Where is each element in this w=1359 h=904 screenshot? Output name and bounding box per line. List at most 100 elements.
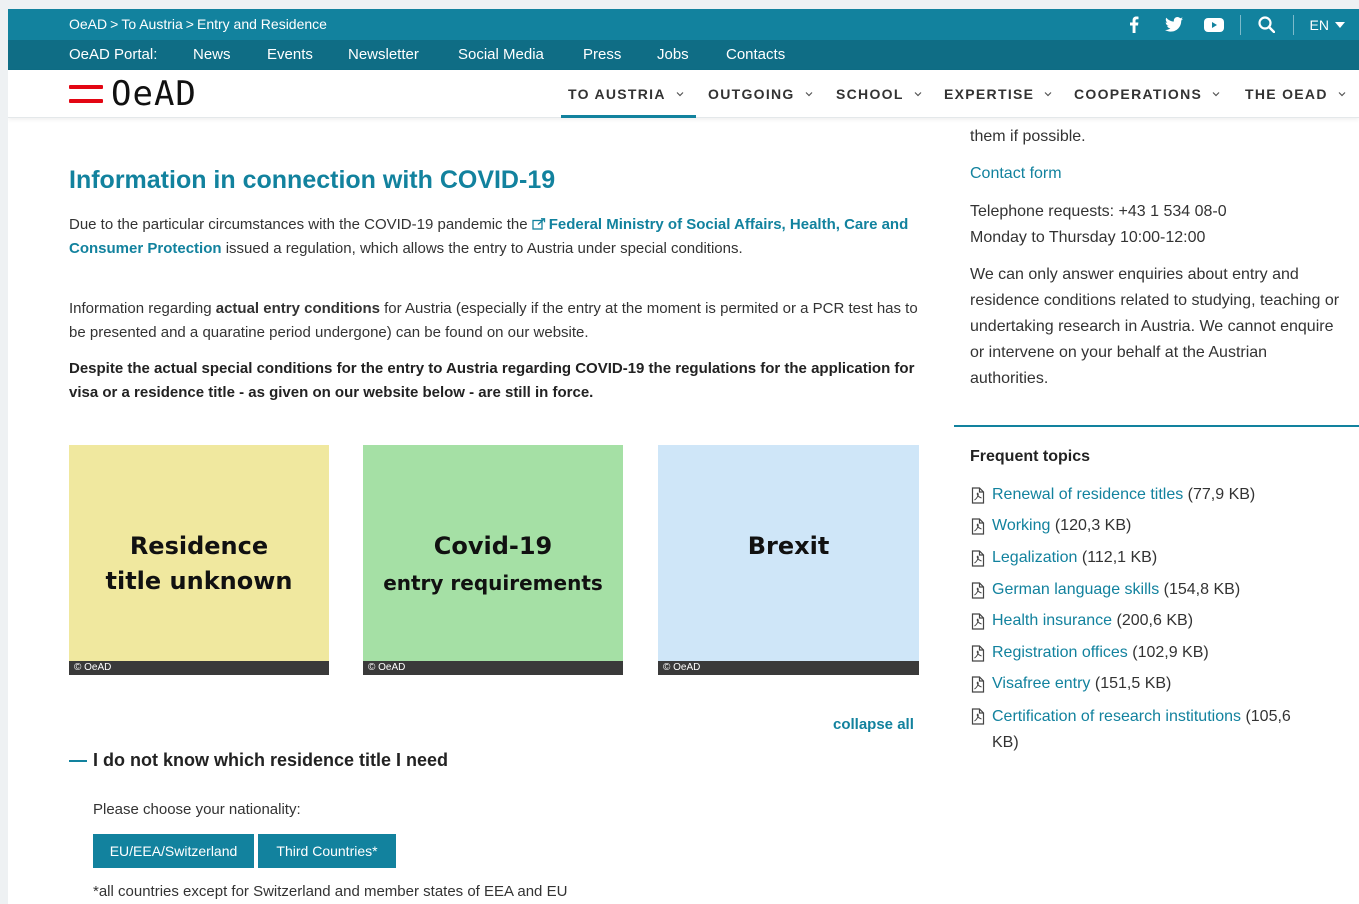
collapse-all-link[interactable]: collapse all <box>833 716 914 733</box>
portal-link-social-media[interactable]: Social Media <box>458 46 544 63</box>
chevron-down-icon <box>676 92 684 97</box>
topic-item[interactable]: Health insurance (200,6 KB) <box>970 609 1350 633</box>
topic-item[interactable]: Renewal of residence titles (77,9 KB) <box>970 483 1350 507</box>
portal-link-newsletter[interactable]: Newsletter <box>348 46 419 63</box>
austria-flag-icon <box>69 85 103 103</box>
sidebar-divider <box>954 425 1359 427</box>
enquiries-text: We can only answer enquiries about entry… <box>970 266 1340 387</box>
divider <box>1239 14 1241 35</box>
topic-link: Registration offices <box>992 644 1128 661</box>
topic-link: Working <box>992 517 1051 534</box>
tile-title: Residence <box>129 532 269 560</box>
nav-label: TO AUSTRIA <box>568 86 666 102</box>
topic-item[interactable]: Registration offices (102,9 KB) <box>970 641 1350 665</box>
tile-covid-19[interactable]: Covid-19 entry requirements © OeAD <box>363 445 623 675</box>
topic-link: Renewal of residence titles <box>992 486 1184 503</box>
nav-label: THE OEAD <box>1245 86 1328 102</box>
social-and-tools: EN <box>1114 9 1359 40</box>
portal-link-events[interactable]: Events <box>267 46 313 63</box>
pdf-icon <box>971 708 985 725</box>
chevron-down-icon <box>1044 92 1052 97</box>
topic-item[interactable]: Working (120,3 KB) <box>970 514 1350 538</box>
tile-brexit[interactable]: Brexit © OeAD <box>658 445 919 675</box>
choose-nationality-label: Please choose your nationality: <box>93 801 301 818</box>
nav-label: EXPERTISE <box>944 86 1035 102</box>
frequent-topics-title: Frequent topics <box>970 448 1091 465</box>
nav-label: SCHOOL <box>836 86 904 102</box>
topic-item[interactable]: Certification of research institutions (… <box>970 704 1300 756</box>
file-size: (151,5 KB) <box>1094 675 1172 692</box>
bold-text: actual entry conditions <box>215 300 380 317</box>
paragraph-text: issued a regulation, which allows the en… <box>221 240 743 257</box>
nav-to-austria[interactable]: TO AUSTRIA <box>568 86 684 102</box>
nav-the-oead[interactable]: THE OEAD <box>1245 86 1346 102</box>
portal-bar: OeAD Portal: News Events Newsletter Soci… <box>8 40 1359 70</box>
tile-title: title unknown <box>105 567 293 595</box>
telephone-line: Telephone requests: +43 1 534 08-0 <box>970 203 1227 220</box>
portal-link-press[interactable]: Press <box>583 46 621 63</box>
topic-link: Health insurance <box>992 612 1113 629</box>
nav-school[interactable]: SCHOOL <box>836 86 922 102</box>
twitter-icon[interactable] <box>1154 9 1194 40</box>
external-link-icon <box>532 218 545 230</box>
chevron-down-icon <box>1338 92 1346 97</box>
breadcrumb: OeAD > To Austria > Entry and Residence <box>69 16 327 32</box>
breadcrumb-item-current: Entry and Residence <box>196 16 327 32</box>
file-size: (112,1 KB) <box>1081 549 1158 566</box>
topic-link: Certification of research institutions <box>992 708 1241 725</box>
footnote: *all countries except for Switzerland an… <box>93 883 568 900</box>
pdf-icon <box>971 645 985 662</box>
topic-link: German language skills <box>992 581 1160 598</box>
oead-logo[interactable]: OeAD <box>69 74 197 114</box>
file-size: (200,6 KB) <box>1116 612 1194 629</box>
pdf-icon <box>971 550 985 567</box>
accordion-header[interactable]: I do not know which residence title I ne… <box>69 750 448 771</box>
language-selector[interactable]: EN <box>1300 17 1359 33</box>
portal-link-jobs[interactable]: Jobs <box>657 46 689 63</box>
active-nav-indicator <box>561 115 696 118</box>
nav-label: OUTGOING <box>708 86 795 102</box>
contact-form-link[interactable]: Contact form <box>970 161 1350 187</box>
nav-expertise[interactable]: EXPERTISE <box>944 86 1052 102</box>
file-size: (120,3 KB) <box>1054 517 1132 534</box>
breadcrumb-separator: > <box>110 16 119 32</box>
pdf-icon <box>971 676 985 693</box>
pdf-icon <box>971 487 985 504</box>
breadcrumb-separator: > <box>185 16 194 32</box>
portal-link-news[interactable]: News <box>193 46 231 63</box>
pdf-icon <box>971 518 985 535</box>
chevron-down-icon <box>914 92 922 97</box>
third-countries-button[interactable]: Third Countries* <box>258 834 396 868</box>
tile-residence-title-unknown[interactable]: Residence title unknown © OeAD <box>69 445 329 675</box>
chevron-down-icon <box>1212 92 1220 97</box>
topic-item[interactable]: German language skills (154,8 KB) <box>970 578 1350 602</box>
covid-heading: Information in connection with COVID-19 <box>69 166 556 194</box>
search-icon[interactable] <box>1247 9 1287 40</box>
topic-item[interactable]: Legalization (112,1 KB) <box>970 546 1350 570</box>
chevron-down-icon <box>805 92 813 97</box>
nav-outgoing[interactable]: OUTGOING <box>708 86 813 102</box>
logo-text: OeAD <box>111 74 197 114</box>
facebook-icon[interactable] <box>1114 9 1154 40</box>
topic-item[interactable]: Visafree entry (151,5 KB) <box>970 672 1350 696</box>
paragraph-text: Due to the particular circumstances with… <box>69 216 532 233</box>
tile-caption: © OeAD <box>363 661 623 675</box>
tile-title: Brexit <box>747 532 830 560</box>
breadcrumb-item[interactable]: OeAD <box>69 16 107 32</box>
divider <box>1292 14 1294 35</box>
youtube-icon[interactable] <box>1194 9 1234 40</box>
breadcrumb-item[interactable]: To Austria <box>121 16 182 32</box>
tile-subtitle: entry requirements <box>383 571 603 595</box>
nav-cooperations[interactable]: COOPERATIONS <box>1074 86 1220 102</box>
accordion-title: I do not know which residence title I ne… <box>93 750 449 770</box>
page: OeAD > To Austria > Entry and Residence EN <box>8 9 1359 904</box>
eu-eea-switzerland-button[interactable]: EU/EEA/Switzerland <box>93 834 254 868</box>
tile-caption: © OeAD <box>69 661 329 675</box>
pdf-icon <box>971 613 985 630</box>
covid-paragraph-1: Due to the particular circumstances with… <box>69 213 919 261</box>
covid-paragraph-3: Despite the actual special conditions fo… <box>69 360 915 401</box>
portal-link-contacts[interactable]: Contacts <box>726 46 785 63</box>
file-size: (154,8 KB) <box>1163 581 1241 598</box>
main-nav: OeAD TO AUSTRIA OUTGOING SCHOOL EXPERTIS… <box>8 70 1359 118</box>
tile-caption: © OeAD <box>658 661 919 675</box>
